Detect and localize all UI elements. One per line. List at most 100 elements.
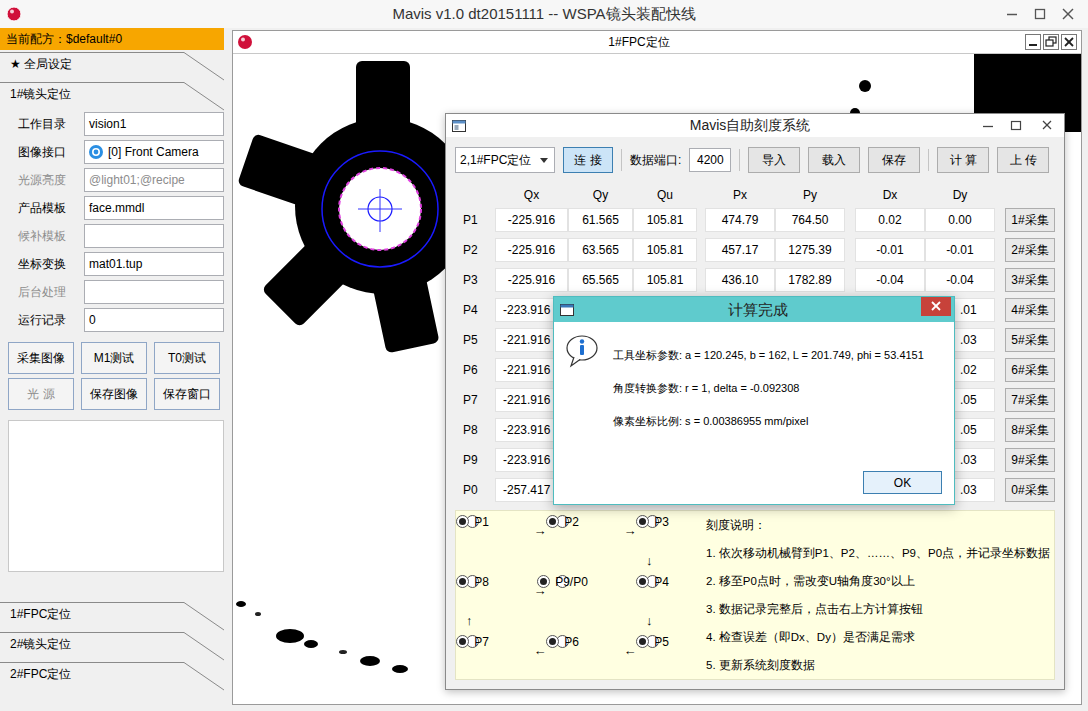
diagram-cell[interactable]: P3 <box>646 515 659 528</box>
window-icon <box>452 120 466 132</box>
radio-button[interactable] <box>456 575 469 588</box>
table-cell[interactable]: -0.01 <box>855 238 925 262</box>
table-cell[interactable]: 436.10 <box>705 268 775 292</box>
sidebar-button[interactable]: M1测试 <box>81 342 147 374</box>
table-cell[interactable]: -225.916 <box>495 238 568 262</box>
capture-button[interactable]: 2#采集 <box>1005 238 1055 262</box>
table-cell[interactable]: 764.50 <box>775 208 845 232</box>
maximize-icon[interactable] <box>1002 117 1030 135</box>
radio-button[interactable] <box>456 635 469 648</box>
table-cell[interactable]: 1275.39 <box>775 238 845 262</box>
diagram-cell[interactable]: P1 <box>466 515 479 528</box>
radio-button[interactable] <box>636 635 649 648</box>
diagram-cell[interactable]: P7 <box>466 635 479 648</box>
sidebar-button[interactable]: 采集图像 <box>8 342 74 374</box>
dropdown-arrow-icon <box>540 158 548 163</box>
row-label: P9 <box>455 448 495 472</box>
sidebar-section[interactable]: ★ 全局设定 <box>0 52 226 82</box>
diagram-cell[interactable]: P9/P0 <box>556 575 569 588</box>
sidebar-button[interactable]: 保存图像 <box>81 378 147 410</box>
table-cell[interactable]: 105.81 <box>633 208 697 232</box>
diagram-cell[interactable]: P4 <box>646 575 659 588</box>
diagram-cell[interactable]: P5 <box>646 635 659 648</box>
app-logo-icon[interactable] <box>6 6 22 22</box>
sidebar-button[interactable]: T0测试 <box>154 342 220 374</box>
capture-button[interactable]: 6#采集 <box>1005 358 1055 382</box>
diagram-cell[interactable]: P6 <box>556 635 569 648</box>
table-cell[interactable]: 0.00 <box>925 208 995 232</box>
table-cell[interactable]: 0.02 <box>855 208 925 232</box>
sidebar-section[interactable]: 2#镜头定位 <box>0 632 226 662</box>
sidebar-section[interactable]: 1#镜头定位 <box>0 82 226 112</box>
diagram-cell[interactable]: P2 <box>556 515 569 528</box>
instruction-line: 5. 更新系统刻度数据 <box>706 651 1054 679</box>
row-label: P4 <box>455 298 495 322</box>
connect-button[interactable]: 连 接 <box>563 147 613 173</box>
column-header: Qy <box>568 188 633 202</box>
table-cell[interactable]: -0.04 <box>855 268 925 292</box>
capture-button[interactable]: 8#采集 <box>1005 418 1055 442</box>
minimize-icon[interactable] <box>974 117 1002 135</box>
select-value: 2,1#FPC定位 <box>460 152 531 169</box>
radio-button[interactable] <box>546 515 559 528</box>
field-label: 产品模板 <box>0 196 84 220</box>
radio-button[interactable] <box>537 575 550 588</box>
instructions: 刻度说明：1. 依次移动机械臂到P1、P2、……、P9、P0点，并记录坐标数据2… <box>706 511 1054 679</box>
target-select[interactable]: 2,1#FPC定位 <box>455 147 555 173</box>
field-input[interactable]: face.mmdl <box>84 196 224 220</box>
table-cell[interactable]: 105.81 <box>633 238 697 262</box>
capture-button[interactable]: 3#采集 <box>1005 268 1055 292</box>
table-cell[interactable]: -0.01 <box>925 238 995 262</box>
close-icon[interactable] <box>1054 4 1082 24</box>
radio-button[interactable] <box>636 515 649 528</box>
radio-button[interactable] <box>636 575 649 588</box>
radio-button[interactable] <box>546 635 559 648</box>
child-title-bar: 1#FPC定位 <box>233 31 1081 54</box>
section-label: ★ 全局设定 <box>0 52 226 76</box>
table-cell[interactable]: 61.565 <box>568 208 633 232</box>
table-cell[interactable]: 63.565 <box>568 238 633 262</box>
toolbar-button[interactable]: 导入 <box>748 147 800 173</box>
table-cell[interactable]: 1782.89 <box>775 268 845 292</box>
close-icon[interactable] <box>1061 34 1077 50</box>
capture-button[interactable]: 5#采集 <box>1005 328 1055 352</box>
capture-button[interactable]: 7#采集 <box>1005 388 1055 412</box>
table-cell[interactable]: 474.79 <box>705 208 775 232</box>
table-cell[interactable]: 457.17 <box>705 238 775 262</box>
close-icon[interactable] <box>1030 117 1064 135</box>
calibration-controls <box>974 117 1064 135</box>
close-icon[interactable] <box>921 297 951 316</box>
log-box[interactable] <box>8 420 224 572</box>
minimize-icon[interactable] <box>1025 34 1041 50</box>
table-cell[interactable]: -225.916 <box>495 268 568 292</box>
field-label: 坐标变换 <box>0 252 84 276</box>
diagram-cell[interactable]: P8 <box>466 575 479 588</box>
restore-icon[interactable] <box>1043 34 1059 50</box>
ok-button[interactable]: OK <box>863 471 942 494</box>
sidebar-button[interactable]: 保存窗口 <box>154 378 220 410</box>
table-cell[interactable]: 65.565 <box>568 268 633 292</box>
toolbar-button[interactable]: 上 传 <box>997 147 1049 173</box>
table-cell[interactable]: -0.04 <box>925 268 995 292</box>
table-cell[interactable]: -225.916 <box>495 208 568 232</box>
toolbar-button[interactable]: 载入 <box>808 147 860 173</box>
toolbar-button[interactable]: 保存 <box>868 147 920 173</box>
table-cell[interactable]: 105.81 <box>633 268 697 292</box>
minimize-icon[interactable] <box>998 4 1026 24</box>
port-input[interactable]: 4200 <box>689 148 731 172</box>
field-input[interactable]: mat01.tup <box>84 252 224 276</box>
capture-button[interactable]: 1#采集 <box>1005 208 1055 232</box>
radio-label: P8 <box>474 575 489 589</box>
sidebar-section[interactable]: 2#FPC定位 <box>0 662 226 692</box>
field-input[interactable]: vision1 <box>84 112 224 136</box>
capture-button[interactable]: 4#采集 <box>1005 298 1055 322</box>
field-input[interactable]: 0 <box>84 308 224 332</box>
field-input[interactable]: [0] Front Camera <box>84 140 224 164</box>
capture-button[interactable]: 9#采集 <box>1005 448 1055 472</box>
radio-button[interactable] <box>456 515 469 528</box>
radio-label: P7 <box>474 635 489 649</box>
sidebar-section[interactable]: 1#FPC定位 <box>0 602 226 632</box>
capture-button[interactable]: 0#采集 <box>1005 478 1055 502</box>
toolbar-button[interactable]: 计 算 <box>937 147 989 173</box>
maximize-icon[interactable] <box>1026 4 1054 24</box>
